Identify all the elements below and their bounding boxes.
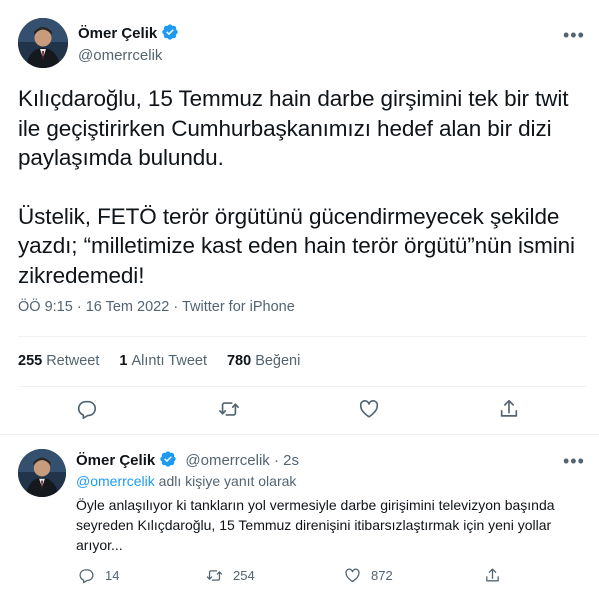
quotes-label: Alıntı Tweet	[131, 353, 207, 369]
avatar-image	[18, 18, 68, 68]
author-handle[interactable]: @omerrcelik	[78, 47, 162, 64]
tweet-text: Kılıçdaroğlu, 15 Temmuz hain darbe girşi…	[18, 84, 588, 290]
replying-to-suffix: adlı kişiye yanıt olarak	[158, 473, 297, 489]
reply-author-name[interactable]: Ömer Çelik	[76, 452, 155, 469]
retweets-label: Retweet	[46, 353, 100, 369]
tweet-paragraph-1: Kılıçdaroğlu, 15 Temmuz hain darbe girşi…	[18, 86, 569, 170]
tweet-stats: 255 Retweet 1 Alıntı Tweet 780 Beğeni	[18, 353, 320, 369]
more-icon[interactable]: •••	[563, 452, 585, 470]
retweets-stat[interactable]: 255 Retweet	[18, 353, 99, 369]
likes-count: 780	[226, 353, 252, 369]
tweet-meta: ÖÖ 9:15 · 16 Tem 2022 · Twitter for iPho…	[18, 299, 295, 315]
more-icon[interactable]: •••	[563, 26, 585, 44]
tweet-date[interactable]: 16 Tem 2022	[86, 299, 170, 315]
share-icon	[486, 568, 499, 582]
reply-actions: 14 254 872	[0, 567, 599, 587]
reply-age[interactable]: 2s	[283, 452, 299, 469]
author-avatar[interactable]	[18, 18, 68, 68]
likes-label: Beğeni	[255, 353, 301, 369]
reply-share-action[interactable]	[484, 567, 511, 584]
avatar-image	[18, 449, 66, 497]
reply-icon[interactable]	[76, 398, 100, 422]
quotes-stat[interactable]: 1 Alıntı Tweet	[119, 353, 207, 369]
tweet-paragraph-2: Üstelik, FETÖ terör örgütünü gücendirmey…	[18, 203, 575, 288]
reply-replies-count: 14	[105, 568, 120, 583]
verified-badge-icon	[161, 23, 179, 41]
reply-text: Öyle anlaşılıyor ki tankların yol vermes…	[76, 497, 555, 553]
replying-to: @omerrcelik adlı kişiye yanıt olarak	[76, 473, 296, 489]
divider	[18, 336, 587, 337]
reply-retweet-action[interactable]: 254	[206, 567, 255, 584]
share-icon[interactable]	[498, 398, 522, 422]
reply-likes-count: 872	[371, 568, 393, 583]
retweet-icon	[206, 570, 223, 581]
retweet-icon[interactable]	[218, 398, 242, 422]
heart-icon	[345, 568, 360, 583]
heart-icon[interactable]	[358, 398, 382, 422]
reply-separator: ·	[273, 452, 279, 469]
reply-author-handle[interactable]: @omerrcelik	[185, 452, 269, 469]
tweet-actions	[0, 398, 599, 424]
reply-reply-action[interactable]: 14	[78, 567, 119, 584]
reply-like-action[interactable]: 872	[344, 567, 393, 584]
reply-author-avatar[interactable]	[18, 449, 66, 497]
divider	[0, 434, 599, 435]
tweet-source[interactable]: Twitter for iPhone	[182, 299, 295, 315]
reply-retweets-count: 254	[233, 568, 255, 583]
author-name[interactable]: Ömer Çelik	[78, 25, 157, 42]
verified-badge-icon	[159, 450, 177, 468]
reply-icon	[79, 569, 94, 584]
replying-to-handle[interactable]: @omerrcelik	[76, 473, 155, 489]
quotes-count: 1	[119, 353, 128, 369]
reply-header: Ömer Çelik @omerrcelik · 2s	[76, 450, 299, 469]
divider	[18, 386, 587, 387]
meta-separator: ·	[173, 299, 179, 315]
likes-stat[interactable]: 780 Beğeni	[227, 353, 300, 369]
retweets-count: 255	[18, 353, 43, 369]
meta-separator: ·	[76, 299, 82, 315]
tweet-time[interactable]: ÖÖ 9:15	[18, 299, 73, 315]
